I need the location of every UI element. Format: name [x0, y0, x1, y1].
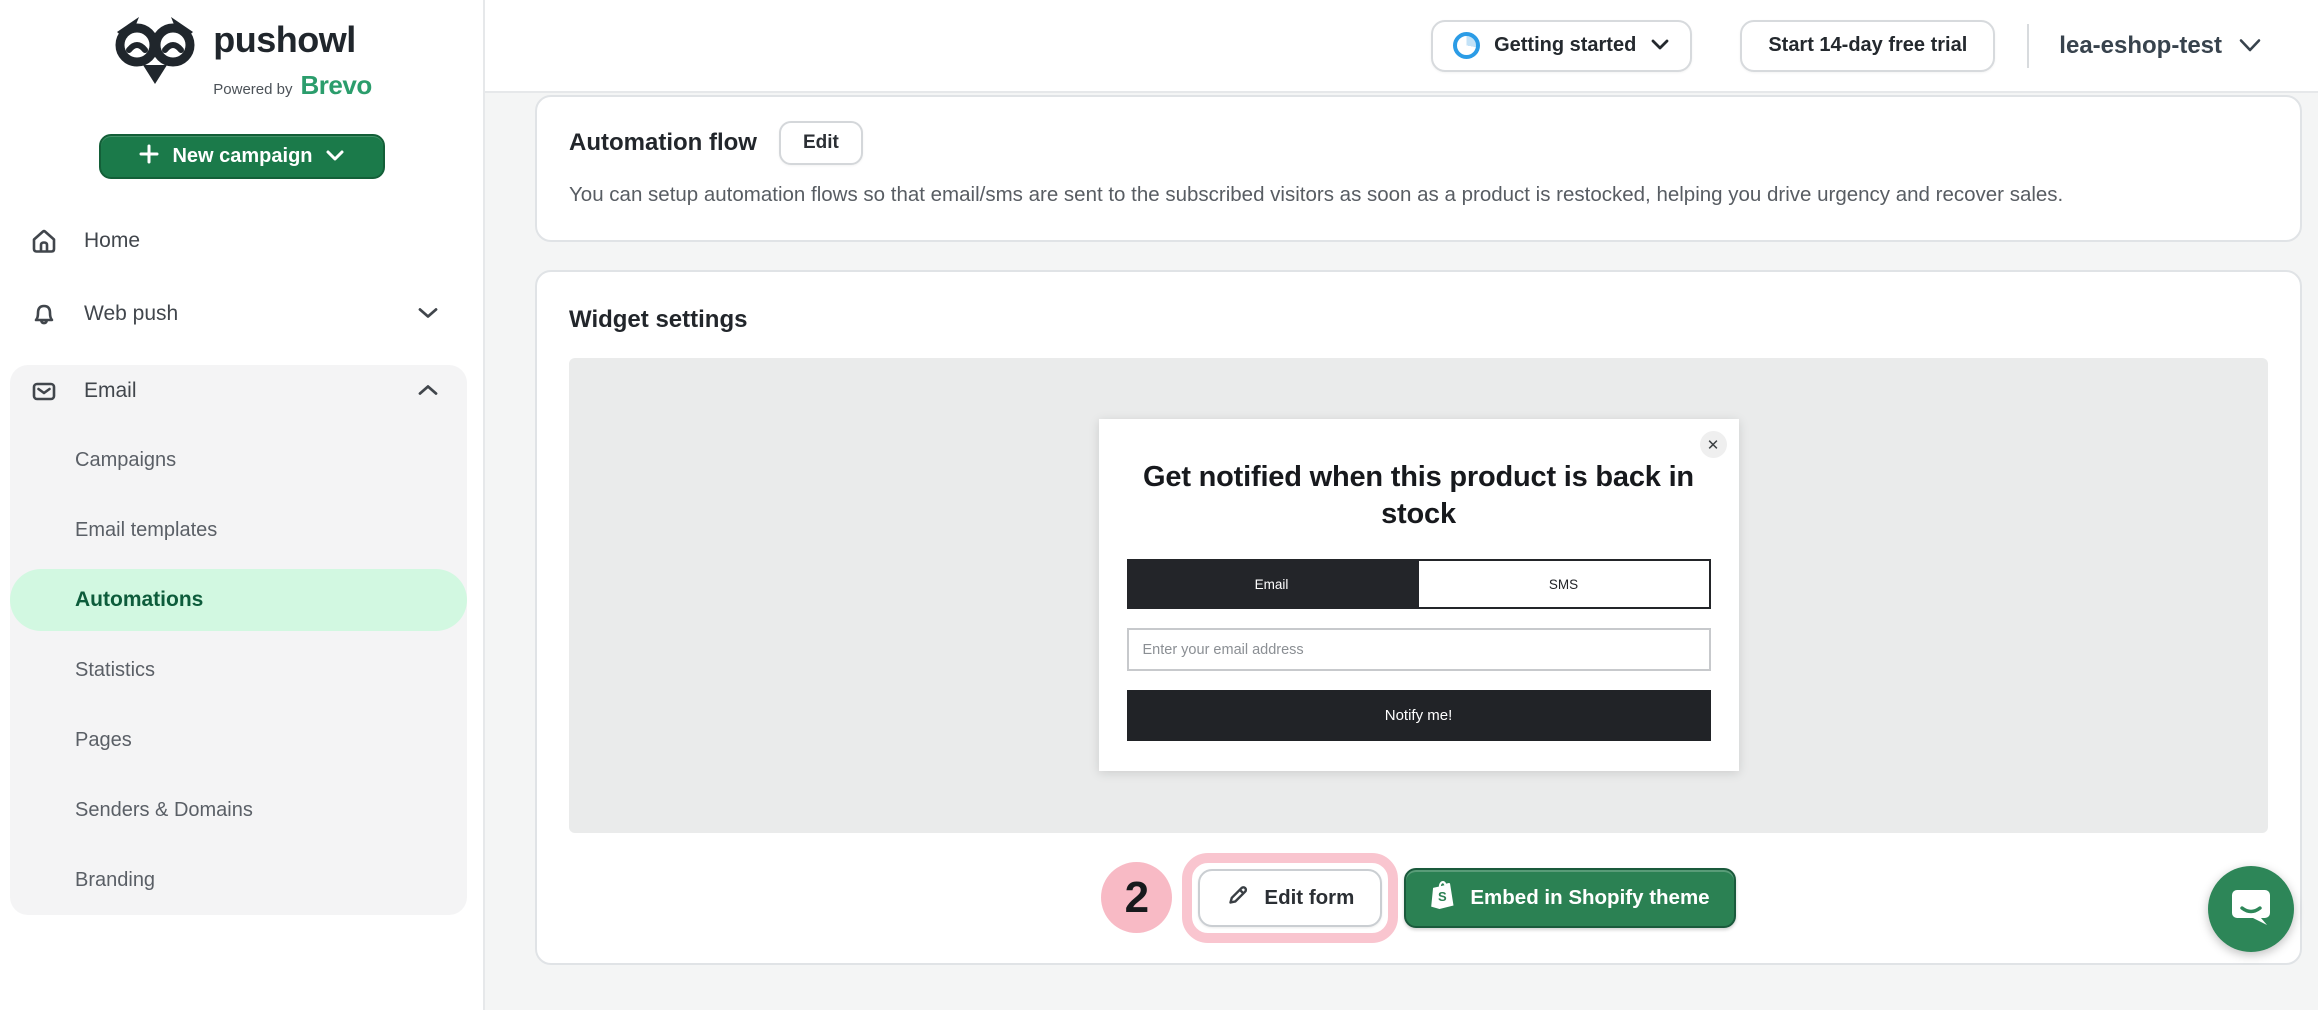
widget-email-input[interactable] — [1127, 628, 1711, 671]
sidebar-item-home[interactable]: Home — [0, 219, 483, 263]
getting-started-button[interactable]: Getting started — [1431, 20, 1692, 72]
edit-form-button[interactable]: Edit form — [1198, 869, 1382, 927]
new-campaign-button[interactable]: New campaign — [99, 134, 385, 179]
chat-bubble-icon — [2229, 886, 2273, 933]
shopify-bag-icon: S — [1430, 880, 1457, 916]
sidebar-item-automations[interactable]: Automations — [10, 569, 467, 631]
top-header: Getting started Start 14-day free trial … — [485, 0, 2318, 93]
edit-form-highlight-ring: Edit form — [1182, 853, 1398, 943]
chevron-up-icon — [417, 379, 439, 403]
widget-preview-popup: ✕ Get notified when this product is back… — [1099, 419, 1739, 771]
sidebar-item-web-push[interactable]: Web push — [0, 292, 483, 336]
app-window: pushowl Powered by Brevo New campaign — [0, 0, 2318, 1010]
chevron-down-icon — [1650, 34, 1670, 57]
tab-email[interactable]: Email — [1127, 559, 1417, 609]
sidebar-item-label: Home — [84, 229, 140, 253]
progress-circle-icon — [1453, 32, 1480, 59]
sidebar: pushowl Powered by Brevo New campaign — [0, 0, 485, 1010]
bell-icon — [30, 300, 58, 328]
chevron-down-icon — [325, 145, 345, 168]
sidebar-item-statistics[interactable]: Statistics — [10, 635, 467, 705]
header-divider — [2027, 24, 2029, 68]
sidebar-item-branding[interactable]: Branding — [10, 845, 467, 915]
embed-shopify-button[interactable]: S Embed in Shopify theme — [1404, 868, 1735, 928]
automation-flow-title: Automation flow — [569, 129, 757, 157]
step-2-badge: 2 — [1101, 862, 1172, 933]
brand-text: pushowl Powered by Brevo — [213, 22, 371, 101]
main-area: Getting started Start 14-day free trial … — [485, 0, 2318, 1010]
email-submenu: Campaigns Email templates Automations St… — [10, 425, 467, 915]
sidebar-item-label: Web push — [84, 302, 178, 326]
widget-settings-card: Widget settings ✕ Get notified when this… — [535, 270, 2302, 965]
start-trial-button[interactable]: Start 14-day free trial — [1740, 20, 1995, 72]
email-section: Email Campaigns Email templates Automati… — [10, 365, 467, 915]
sidebar-item-campaigns[interactable]: Campaigns — [10, 425, 467, 495]
owl-icon — [111, 10, 199, 107]
mail-icon — [30, 377, 58, 405]
widget-actions-row: 2 Edit form — [569, 833, 2268, 963]
sidebar-item-label: Email — [84, 379, 137, 403]
brevo-wordmark: Brevo — [301, 70, 372, 101]
brand-name: pushowl — [213, 22, 371, 58]
brand-logo: pushowl Powered by Brevo — [0, 10, 483, 102]
svg-text:S: S — [1438, 889, 1447, 904]
notify-me-button[interactable]: Notify me! — [1127, 690, 1711, 741]
automation-flow-card: Automation flow Edit You can setup autom… — [535, 95, 2302, 242]
sidebar-item-pages[interactable]: Pages — [10, 705, 467, 775]
tab-sms[interactable]: SMS — [1417, 559, 1711, 609]
embed-shopify-label: Embed in Shopify theme — [1470, 886, 1709, 910]
chevron-down-icon — [2238, 32, 2262, 60]
account-name: lea-eshop-test — [2059, 32, 2222, 60]
sidebar-item-email[interactable]: Email — [10, 369, 467, 413]
plus-icon — [138, 143, 160, 171]
chat-launcher-button[interactable] — [2208, 866, 2294, 952]
edit-form-label: Edit form — [1264, 886, 1354, 910]
widget-channel-tabs: Email SMS — [1127, 559, 1711, 609]
widget-heading: Get notified when this product is back i… — [1129, 459, 1709, 533]
content-area: Automation flow Edit You can setup autom… — [485, 93, 2318, 1010]
automation-flow-edit-button[interactable]: Edit — [779, 121, 863, 165]
close-icon[interactable]: ✕ — [1700, 431, 1727, 458]
sidebar-nav: Home Web push — [0, 219, 483, 915]
account-menu[interactable]: lea-eshop-test — [2059, 32, 2268, 60]
pencil-icon — [1226, 883, 1250, 913]
chevron-down-icon — [417, 302, 439, 326]
automation-flow-description: You can setup automation flows so that e… — [569, 179, 2268, 212]
home-icon — [30, 227, 58, 255]
getting-started-label: Getting started — [1494, 34, 1636, 57]
widget-preview-panel: ✕ Get notified when this product is back… — [569, 358, 2268, 833]
sidebar-item-email-templates[interactable]: Email templates — [10, 495, 467, 565]
sidebar-item-senders-domains[interactable]: Senders & Domains — [10, 775, 467, 845]
new-campaign-label: New campaign — [172, 145, 312, 168]
powered-by-label: Powered by — [213, 81, 292, 98]
widget-settings-title: Widget settings — [569, 306, 2268, 334]
